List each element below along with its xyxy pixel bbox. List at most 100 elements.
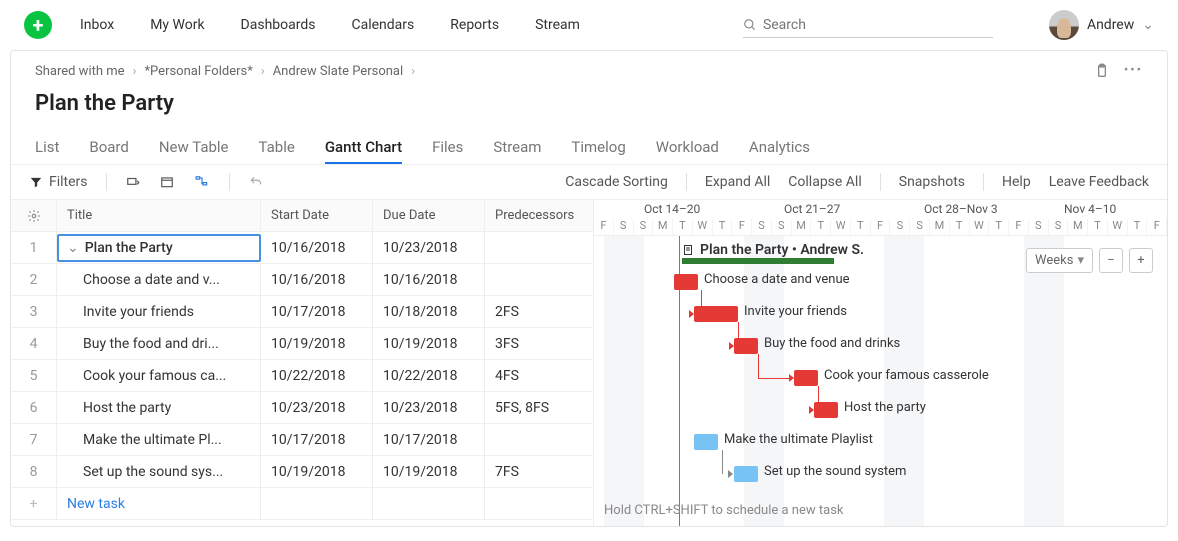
- cell-start[interactable]: 10/19/2018: [261, 456, 373, 487]
- gantt-bar[interactable]: [694, 434, 718, 450]
- dependency-arrow: [729, 342, 734, 350]
- cell-pred[interactable]: 3FS: [485, 328, 593, 359]
- cell-pred[interactable]: 7FS: [485, 456, 593, 487]
- table-row[interactable]: 3 Invite your friends 10/17/2018 10/18/2…: [11, 296, 593, 328]
- zoom-out-button[interactable]: −: [1099, 248, 1123, 273]
- search-input[interactable]: [763, 17, 993, 33]
- nav-mywork[interactable]: My Work: [150, 17, 204, 33]
- cell-start[interactable]: 10/16/2018: [261, 232, 373, 263]
- gantt-bar-label: Invite your friends: [744, 304, 847, 319]
- filters-button[interactable]: Filters: [29, 174, 88, 190]
- cell-due[interactable]: 10/17/2018: [373, 424, 485, 455]
- cell-start[interactable]: 10/16/2018: [261, 264, 373, 295]
- cell-start[interactable]: 10/19/2018: [261, 328, 373, 359]
- expand-folder-icon[interactable]: [125, 175, 141, 189]
- search-box[interactable]: [743, 13, 993, 38]
- tab-gantt[interactable]: Gantt Chart: [325, 132, 402, 164]
- cell-pred[interactable]: 5FS, 8FS: [485, 392, 593, 423]
- tabs: List Board New Table Table Gantt Chart F…: [11, 132, 1167, 165]
- tab-list[interactable]: List: [35, 132, 59, 164]
- dependencies-icon[interactable]: [193, 175, 211, 189]
- cell-title[interactable]: ⌄Plan the Party: [57, 234, 261, 262]
- cell-pred[interactable]: 4FS: [485, 360, 593, 391]
- tab-analytics[interactable]: Analytics: [749, 132, 810, 164]
- tab-timelog[interactable]: Timelog: [571, 132, 625, 164]
- gantt-chart[interactable]: Oct 14–20 Oct 21–27 Oct 28–Nov 3 Nov 4–1…: [594, 200, 1167, 526]
- snapshots[interactable]: Snapshots: [899, 174, 965, 190]
- tab-board[interactable]: Board: [89, 132, 128, 164]
- chevron-down-icon[interactable]: ⌄: [67, 240, 79, 256]
- nav-inbox[interactable]: Inbox: [80, 17, 114, 33]
- cell-title[interactable]: Buy the food and dri...: [57, 328, 261, 359]
- cell-start[interactable]: 10/22/2018: [261, 360, 373, 391]
- zoom-select[interactable]: Weeks▾: [1026, 248, 1093, 273]
- gantt-bar[interactable]: [734, 466, 758, 482]
- cell-due[interactable]: 10/19/2018: [373, 328, 485, 359]
- cell-title[interactable]: Set up the sound sys...: [57, 456, 261, 487]
- col-title[interactable]: Title: [57, 200, 261, 231]
- table-row[interactable]: 4 Buy the food and dri... 10/19/2018 10/…: [11, 328, 593, 360]
- cell-due[interactable]: 10/18/2018: [373, 296, 485, 327]
- gantt-bar[interactable]: [794, 370, 818, 386]
- table-row[interactable]: 1 ⌄Plan the Party 10/16/2018 10/23/2018: [11, 232, 593, 264]
- summary-bar[interactable]: [682, 258, 834, 264]
- cell-due[interactable]: 10/19/2018: [373, 456, 485, 487]
- table-row[interactable]: 5 Cook your famous ca... 10/22/2018 10/2…: [11, 360, 593, 392]
- table-row[interactable]: 6 Host the party 10/23/2018 10/23/2018 5…: [11, 392, 593, 424]
- cell-due[interactable]: 10/16/2018: [373, 264, 485, 295]
- collapse-all[interactable]: Collapse All: [788, 174, 861, 190]
- cell-pred[interactable]: 2FS: [485, 296, 593, 327]
- table-row[interactable]: 2 Choose a date and v... 10/16/2018 10/1…: [11, 264, 593, 296]
- cell-title[interactable]: Host the party: [57, 392, 261, 423]
- tab-workload[interactable]: Workload: [656, 132, 719, 164]
- crumb-shared[interactable]: Shared with me: [35, 64, 125, 79]
- help-link[interactable]: Help: [1002, 174, 1031, 190]
- tab-stream[interactable]: Stream: [493, 132, 541, 164]
- add-button[interactable]: +: [24, 11, 52, 39]
- cell-title[interactable]: Make the ultimate Pl...: [57, 424, 261, 455]
- cell-due[interactable]: 10/22/2018: [373, 360, 485, 391]
- col-start[interactable]: Start Date: [261, 200, 373, 231]
- nav-calendars[interactable]: Calendars: [351, 17, 414, 33]
- tab-files[interactable]: Files: [432, 132, 463, 164]
- gear-icon[interactable]: [11, 200, 57, 231]
- expand-all[interactable]: Expand All: [705, 174, 770, 190]
- cell-pred[interactable]: [485, 232, 593, 263]
- col-due[interactable]: Due Date: [373, 200, 485, 231]
- table-row[interactable]: 8 Set up the sound sys... 10/19/2018 10/…: [11, 456, 593, 488]
- nav-stream[interactable]: Stream: [535, 17, 580, 33]
- gantt-body[interactable]: Plan the Party • Andrew S. Choose a date…: [594, 236, 1167, 526]
- new-task-row[interactable]: + New task: [11, 488, 593, 520]
- day-cell: T: [811, 219, 831, 235]
- day-cell: S: [772, 219, 792, 235]
- leave-feedback[interactable]: Leave Feedback: [1049, 174, 1149, 190]
- zoom-in-button[interactable]: +: [1129, 248, 1153, 273]
- gantt-bar[interactable]: [674, 274, 698, 290]
- cell-title[interactable]: Invite your friends: [57, 296, 261, 327]
- col-pred[interactable]: Predecessors: [485, 200, 593, 231]
- crumb-andrew-personal[interactable]: Andrew Slate Personal: [273, 64, 403, 79]
- cell-pred[interactable]: [485, 424, 593, 455]
- user-menu[interactable]: Andrew ⌄: [1049, 10, 1154, 40]
- cascade-sorting[interactable]: Cascade Sorting: [565, 174, 668, 190]
- cell-pred[interactable]: [485, 264, 593, 295]
- cell-start[interactable]: 10/23/2018: [261, 392, 373, 423]
- nav-reports[interactable]: Reports: [450, 17, 499, 33]
- cell-due[interactable]: 10/23/2018: [373, 392, 485, 423]
- cell-start[interactable]: 10/17/2018: [261, 424, 373, 455]
- new-task-label[interactable]: New task: [57, 488, 261, 519]
- nav-dashboards[interactable]: Dashboards: [241, 17, 316, 33]
- clipboard-icon[interactable]: [1094, 63, 1110, 79]
- cell-title[interactable]: Choose a date and v...: [57, 264, 261, 295]
- cell-start[interactable]: 10/17/2018: [261, 296, 373, 327]
- crumb-personal-folders[interactable]: *Personal Folders*: [144, 64, 252, 79]
- add-row-icon[interactable]: +: [11, 488, 57, 519]
- calendar-icon[interactable]: [159, 175, 175, 189]
- cell-due[interactable]: 10/23/2018: [373, 232, 485, 263]
- undo-icon[interactable]: [248, 175, 264, 189]
- cell-title[interactable]: Cook your famous ca...: [57, 360, 261, 391]
- tab-table[interactable]: Table: [259, 132, 295, 164]
- more-icon[interactable]: •••: [1124, 63, 1143, 79]
- table-row[interactable]: 7 Make the ultimate Pl... 10/17/2018 10/…: [11, 424, 593, 456]
- tab-newtable[interactable]: New Table: [159, 132, 229, 164]
